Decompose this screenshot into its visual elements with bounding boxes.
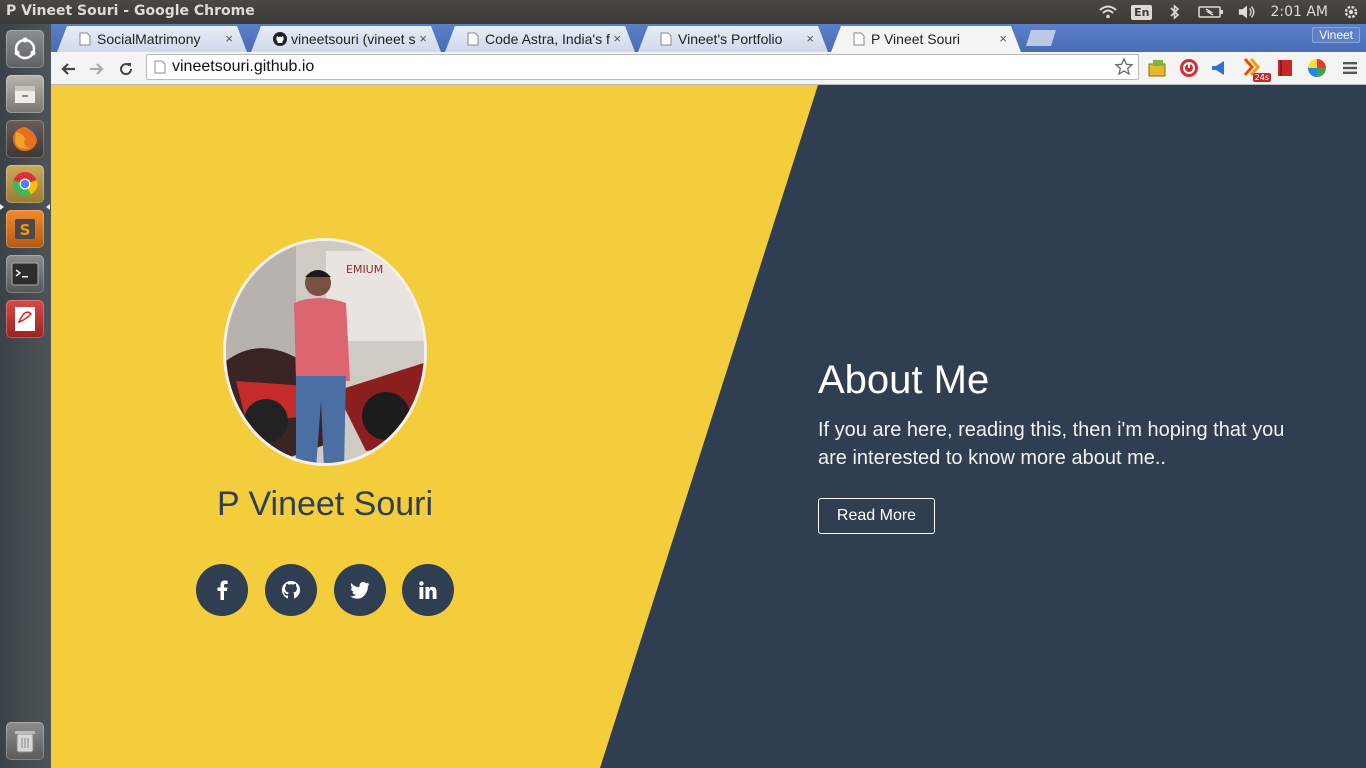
top-panel: P Vineet Souri - Google Chrome En 2:01 A… [0, 0, 1366, 24]
volume-icon[interactable] [1238, 4, 1256, 20]
page-icon [660, 32, 672, 46]
about-heading: About Me [818, 358, 990, 402]
read-more-button[interactable]: Read More [818, 498, 935, 534]
tab-socialmatrimony[interactable]: SocialMatrimony × [57, 26, 247, 52]
tab-code-astra[interactable]: Code Astra, India's f × [445, 26, 635, 52]
tab-label: SocialMatrimony [97, 31, 201, 47]
linkedin-icon [419, 581, 437, 599]
forward-button[interactable] [85, 57, 109, 81]
twitter-icon [350, 581, 370, 599]
firefox-icon[interactable] [6, 120, 44, 158]
battery-icon[interactable] [1198, 4, 1224, 20]
dash-home-icon[interactable] [6, 30, 44, 68]
browser-window: SocialMatrimony × vineetsouri (vineet s … [51, 24, 1366, 85]
chrome-icon[interactable] [6, 165, 44, 203]
back-button[interactable] [56, 57, 80, 81]
color-picker-icon[interactable] [1306, 57, 1328, 79]
wifi-icon[interactable] [1099, 4, 1117, 20]
tab-github[interactable]: vineetsouri (vineet s × [251, 26, 441, 52]
adblock-icon[interactable] [1178, 57, 1200, 79]
reload-button[interactable] [114, 57, 138, 81]
megaphone-extension-icon[interactable] [1208, 57, 1230, 79]
tab-vineets-portfolio[interactable]: Vineet's Portfolio × [638, 26, 828, 52]
tab-label: Code Astra, India's f [485, 31, 610, 47]
facebook-icon [217, 580, 228, 600]
extension-icon[interactable] [1146, 57, 1168, 79]
keyboard-layout-indicator[interactable]: En [1131, 4, 1153, 20]
pdf-viewer-icon[interactable] [6, 300, 44, 338]
chrome-menu-icon[interactable] [1339, 57, 1361, 79]
sublime-text-icon[interactable]: S [6, 210, 44, 248]
settings-gear-icon[interactable] [1342, 4, 1360, 20]
new-tab-button[interactable] [1026, 30, 1056, 46]
linkedin-link[interactable] [402, 564, 454, 616]
extension-badge: 24s [1252, 73, 1271, 82]
close-tab-icon[interactable]: × [225, 31, 233, 46]
twitter-link[interactable] [334, 564, 386, 616]
clock[interactable]: 2:01 AM [1270, 4, 1328, 20]
page-content: EMIUM P Vineet Souri About Me If you are… [51, 85, 1366, 768]
bluetooth-icon[interactable] [1166, 4, 1184, 20]
terminal-icon[interactable] [6, 255, 44, 293]
tab-label: Vineet's Portfolio [678, 31, 783, 47]
close-tab-icon[interactable]: × [999, 31, 1007, 46]
profile-button[interactable]: Vineet [1312, 27, 1360, 43]
trash-icon[interactable] [6, 722, 44, 760]
tab-strip: SocialMatrimony × vineetsouri (vineet s … [51, 24, 1366, 52]
about-description: If you are here, reading this, then i'm … [818, 419, 1285, 469]
unity-launcher: S [0, 24, 51, 768]
tab-label: vineetsouri (vineet s [291, 31, 416, 47]
window-title: P Vineet Souri - Google Chrome [6, 3, 255, 19]
close-tab-icon[interactable]: × [613, 31, 621, 46]
files-icon[interactable] [6, 75, 44, 113]
book-extension-icon[interactable] [1274, 57, 1296, 79]
facebook-link[interactable] [196, 564, 248, 616]
svg-text:S: S [20, 221, 31, 239]
bookmark-star-icon[interactable] [1114, 57, 1134, 82]
page-icon [467, 32, 479, 46]
svg-text:EMIUM: EMIUM [346, 263, 383, 276]
system-tray: En 2:01 AM [1099, 0, 1360, 24]
page-icon [853, 32, 865, 46]
focused-indicator [46, 204, 50, 210]
github-icon [281, 580, 301, 599]
close-tab-icon[interactable]: × [419, 31, 427, 46]
running-indicator [0, 204, 4, 210]
page-icon [79, 32, 91, 46]
address-bar[interactable]: vineetsouri.github.io [146, 54, 1139, 80]
github-icon [273, 32, 285, 46]
tab-p-vineet-souri[interactable]: P Vineet Souri × [831, 26, 1021, 52]
close-tab-icon[interactable]: × [806, 31, 814, 46]
url-text: vineetsouri.github.io [172, 58, 315, 75]
profile-photo: EMIUM [223, 238, 427, 466]
tab-label: P Vineet Souri [871, 31, 960, 47]
profile-name: P Vineet Souri [216, 485, 434, 523]
timer-extension-icon[interactable]: 24s [1241, 57, 1271, 82]
browser-toolbar: vineetsouri.github.io 24s [51, 52, 1366, 85]
page-info-icon[interactable] [154, 60, 166, 79]
github-link[interactable] [265, 564, 317, 616]
